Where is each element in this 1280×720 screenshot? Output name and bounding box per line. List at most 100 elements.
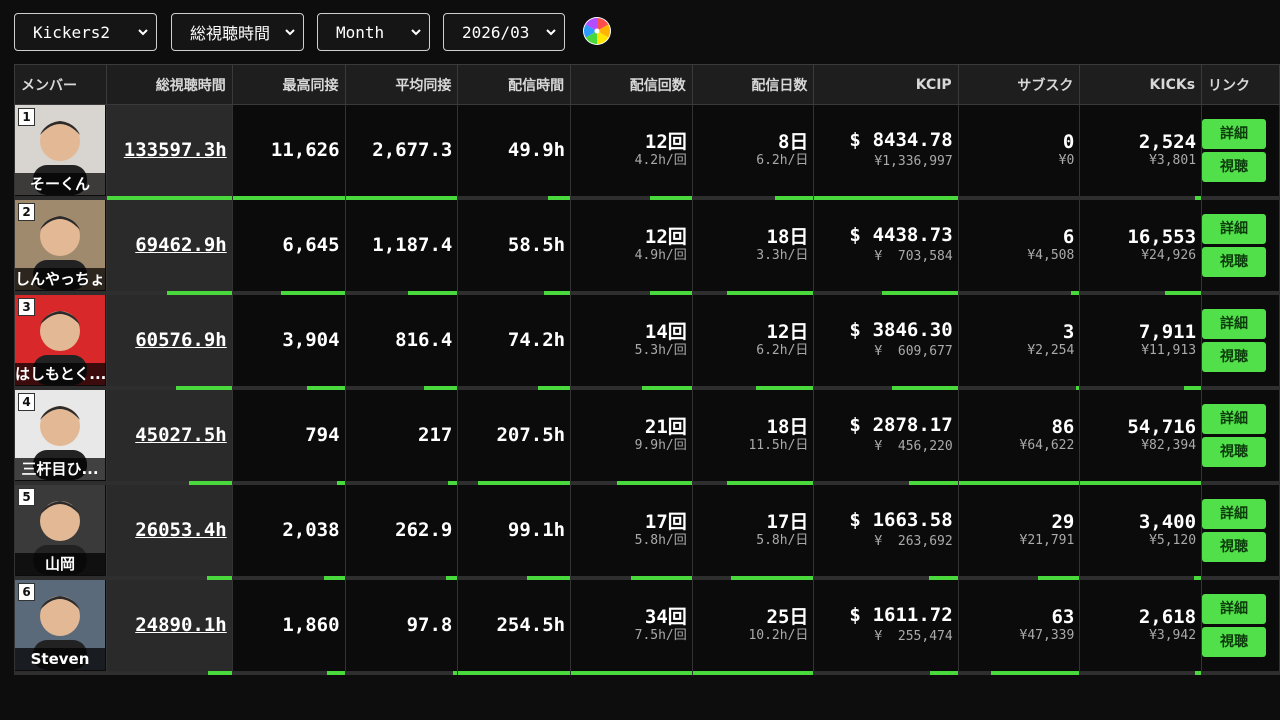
date-select[interactable]: 2026/03	[443, 13, 565, 51]
detail-button[interactable]: 詳細	[1202, 309, 1267, 339]
col-header-peak-viewers[interactable]: 最高同接	[231, 64, 346, 105]
total-watch-link[interactable]: 60576.9h	[135, 329, 227, 351]
kcip-yen-currency: ¥	[874, 248, 883, 264]
stream-time-cell: 49.9h	[457, 104, 572, 200]
stream-count-sub: 5.3h/回	[634, 343, 687, 358]
total-watch-link[interactable]: 45027.5h	[135, 424, 227, 446]
member-cell[interactable]: 3 はしもとく...	[14, 292, 107, 390]
col-header-kcip[interactable]: KCIP	[813, 64, 959, 105]
stream-count-sub: 5.8h/回	[634, 533, 687, 548]
member-cell[interactable]: 2 しんやっちょ	[14, 197, 107, 295]
total-watch-cell: 133597.3h	[105, 104, 233, 200]
detail-button[interactable]: 詳細	[1202, 404, 1267, 434]
subs-value: 63	[1051, 606, 1075, 628]
col-header-stream-count[interactable]: 配信回数	[570, 64, 693, 105]
stream-days-cell: 25日 10.2h/日	[691, 577, 815, 675]
kicks-sub: ¥3,942	[1149, 628, 1197, 643]
stream-count-sub: 9.9h/回	[634, 438, 687, 453]
stream-days-cell: 8日 6.2h/日	[691, 104, 815, 200]
member-cell[interactable]: 4 三杆目ひ...	[14, 387, 107, 485]
member-cell[interactable]: 1 そーくん	[14, 104, 107, 200]
stream-days-value: 18日	[766, 226, 809, 248]
stream-time-value: 99.1h	[507, 519, 566, 541]
stream-days-sub: 6.2h/日	[756, 153, 809, 168]
stream-count-sub: 4.2h/回	[634, 153, 687, 168]
kcip-value: 1611.72	[872, 603, 953, 626]
detail-button[interactable]: 詳細	[1202, 499, 1267, 529]
stream-time-value: 254.5h	[496, 614, 566, 636]
avatar[interactable]: 6 Steven	[15, 580, 105, 670]
roulette-wheel-icon[interactable]	[582, 16, 612, 46]
stream-time-cell: 99.1h	[457, 482, 572, 580]
total-watch-cell: 45027.5h	[105, 387, 233, 485]
stream-days-cell: 18日 3.3h/日	[691, 197, 815, 295]
avatar[interactable]: 3 はしもとく...	[15, 295, 105, 385]
detail-button[interactable]: 詳細	[1202, 119, 1267, 149]
stream-time-value: 74.2h	[507, 329, 566, 351]
col-header-stream-days[interactable]: 配信日数	[691, 64, 815, 105]
total-watch-link[interactable]: 69462.9h	[135, 234, 227, 256]
detail-button[interactable]: 詳細	[1202, 214, 1267, 244]
total-watch-link[interactable]: 26053.4h	[135, 519, 227, 541]
kcip-yen-value: 1,336,997	[882, 153, 953, 169]
avatar[interactable]: 2 しんやっちょ	[15, 200, 105, 290]
count-bar	[571, 671, 692, 675]
total-watch-link[interactable]: 24890.1h	[135, 614, 227, 636]
stream-count-cell: 14回 5.3h/回	[570, 292, 693, 390]
subs-cell: 86 ¥64,622	[957, 387, 1081, 485]
rank-badge: 6	[18, 583, 35, 601]
avatar[interactable]: 4 三杆目ひ...	[15, 390, 105, 480]
kcip-cell: $4438.73 ¥703,584	[813, 197, 959, 295]
watch-button[interactable]: 視聴	[1202, 532, 1267, 562]
detail-button[interactable]: 詳細	[1202, 594, 1267, 624]
kicks-value: 2,618	[1138, 606, 1197, 628]
peak-viewers-value: 3,904	[282, 329, 340, 351]
total-watch-link[interactable]: 133597.3h	[124, 139, 227, 161]
col-header-total-watch[interactable]: 総視聴時間	[105, 64, 233, 105]
col-header-kicks[interactable]: KICKs	[1079, 64, 1203, 105]
metric-select[interactable]: 総視聴時間	[171, 13, 304, 51]
period-select[interactable]: Month	[317, 13, 430, 51]
rank-badge: 2	[18, 203, 35, 221]
watch-button[interactable]: 視聴	[1202, 247, 1267, 277]
watch-button[interactable]: 視聴	[1202, 152, 1267, 182]
subs-value: 6	[1062, 226, 1075, 248]
subs-bar	[991, 671, 1080, 675]
col-header-subs[interactable]: サブスク	[957, 64, 1081, 105]
watch-button[interactable]: 視聴	[1202, 627, 1267, 657]
col-header-member[interactable]: メンバー	[14, 64, 107, 105]
kicks-cell: 54,716 ¥82,394	[1079, 387, 1203, 485]
kicks-value: 7,911	[1138, 321, 1197, 343]
kcip-yen-currency: ¥	[874, 628, 883, 644]
subs-cell: 0 ¥0	[957, 104, 1081, 200]
col-header-stream-time[interactable]: 配信時間	[457, 64, 572, 105]
kcip-value: 3846.30	[872, 318, 953, 341]
stream-time-cell: 58.5h	[457, 197, 572, 295]
member-cell[interactable]: 6 Steven	[14, 577, 107, 675]
kcip-currency: $	[849, 318, 861, 341]
subs-value: 0	[1062, 131, 1075, 153]
group-select[interactable]: Kickers2	[14, 13, 157, 51]
kicks-sub: ¥11,913	[1141, 343, 1197, 358]
kcip-currency: $	[849, 508, 861, 531]
stream-count-value: 21回	[644, 416, 687, 438]
kcip-currency: $	[849, 413, 861, 436]
kicks-value: 16,553	[1127, 226, 1197, 248]
member-cell[interactable]: 5 山岡	[14, 482, 107, 580]
period-select-value: Month	[336, 22, 385, 42]
col-header-links: リンク	[1201, 64, 1280, 105]
avatar[interactable]: 5 山岡	[15, 485, 105, 575]
stream-count-sub: 4.9h/回	[634, 248, 687, 263]
peak-viewers-cell: 6,645	[231, 197, 346, 295]
rank-badge: 4	[18, 393, 35, 411]
subs-sub: ¥21,791	[1019, 533, 1075, 548]
stream-count-value: 12回	[644, 131, 687, 153]
kcip-bar	[930, 671, 958, 675]
watch-button[interactable]: 視聴	[1202, 342, 1267, 372]
col-header-avg-viewers[interactable]: 平均同接	[344, 64, 459, 105]
table-row: 1 そーくん 133597.3h 11,626 2,677.3 49.9h 12回 4.2h/…	[14, 104, 1280, 200]
avatar[interactable]: 1 そーくん	[15, 105, 105, 195]
stream-count-sub: 7.5h/回	[634, 628, 687, 643]
rank-badge: 3	[18, 298, 35, 316]
watch-button[interactable]: 視聴	[1202, 437, 1267, 467]
